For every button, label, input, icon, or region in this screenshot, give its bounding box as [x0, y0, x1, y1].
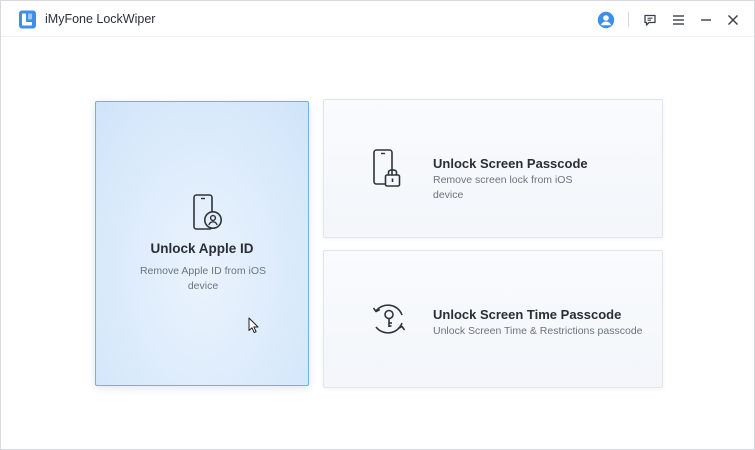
- unlock-apple-id-description: Remove Apple ID from iOS device: [139, 265, 267, 292]
- unlock-screen-passcode-title: Unlock Screen Passcode: [433, 156, 588, 171]
- phone-user-icon: [191, 194, 225, 234]
- close-icon: [728, 15, 738, 25]
- unlock-apple-id-card[interactable]: Unlock Apple ID Remove Apple ID from iOS…: [95, 101, 309, 386]
- close-button[interactable]: [722, 9, 744, 31]
- unlock-apple-id-title: Unlock Apple ID: [150, 241, 254, 256]
- unlock-screen-time-passcode-card[interactable]: Unlock Screen Time Passcode Unlock Scree…: [323, 250, 663, 388]
- phone-lock-icon: [368, 148, 408, 190]
- unlock-screen-passcode-card[interactable]: Unlock Screen Passcode Remove screen loc…: [323, 99, 663, 238]
- minimize-icon: [701, 19, 711, 21]
- menu-icon: [672, 15, 684, 25]
- feedback-button[interactable]: [639, 9, 661, 31]
- app-title: iMyFone LockWiper: [45, 12, 156, 26]
- lockwiper-logo-icon: [18, 10, 37, 29]
- title-bar: iMyFone LockWiper: [1, 1, 754, 37]
- unlock-screen-time-passcode-title: Unlock Screen Time Passcode: [433, 307, 622, 322]
- key-refresh-icon: [368, 298, 408, 340]
- feedback-icon: [644, 14, 656, 26]
- unlock-screen-passcode-description: Remove screen lock from iOS device: [433, 174, 573, 201]
- unlock-screen-time-passcode-description: Unlock Screen Time & Restrictions passco…: [433, 325, 643, 337]
- account-button[interactable]: [595, 9, 617, 31]
- titlebar-divider: [628, 12, 629, 27]
- account-icon: [597, 11, 615, 29]
- minimize-button[interactable]: [695, 9, 717, 31]
- app-window: iMyFone LockWiper Unlock Apple ID Remove…: [0, 0, 755, 450]
- menu-button[interactable]: [667, 9, 689, 31]
